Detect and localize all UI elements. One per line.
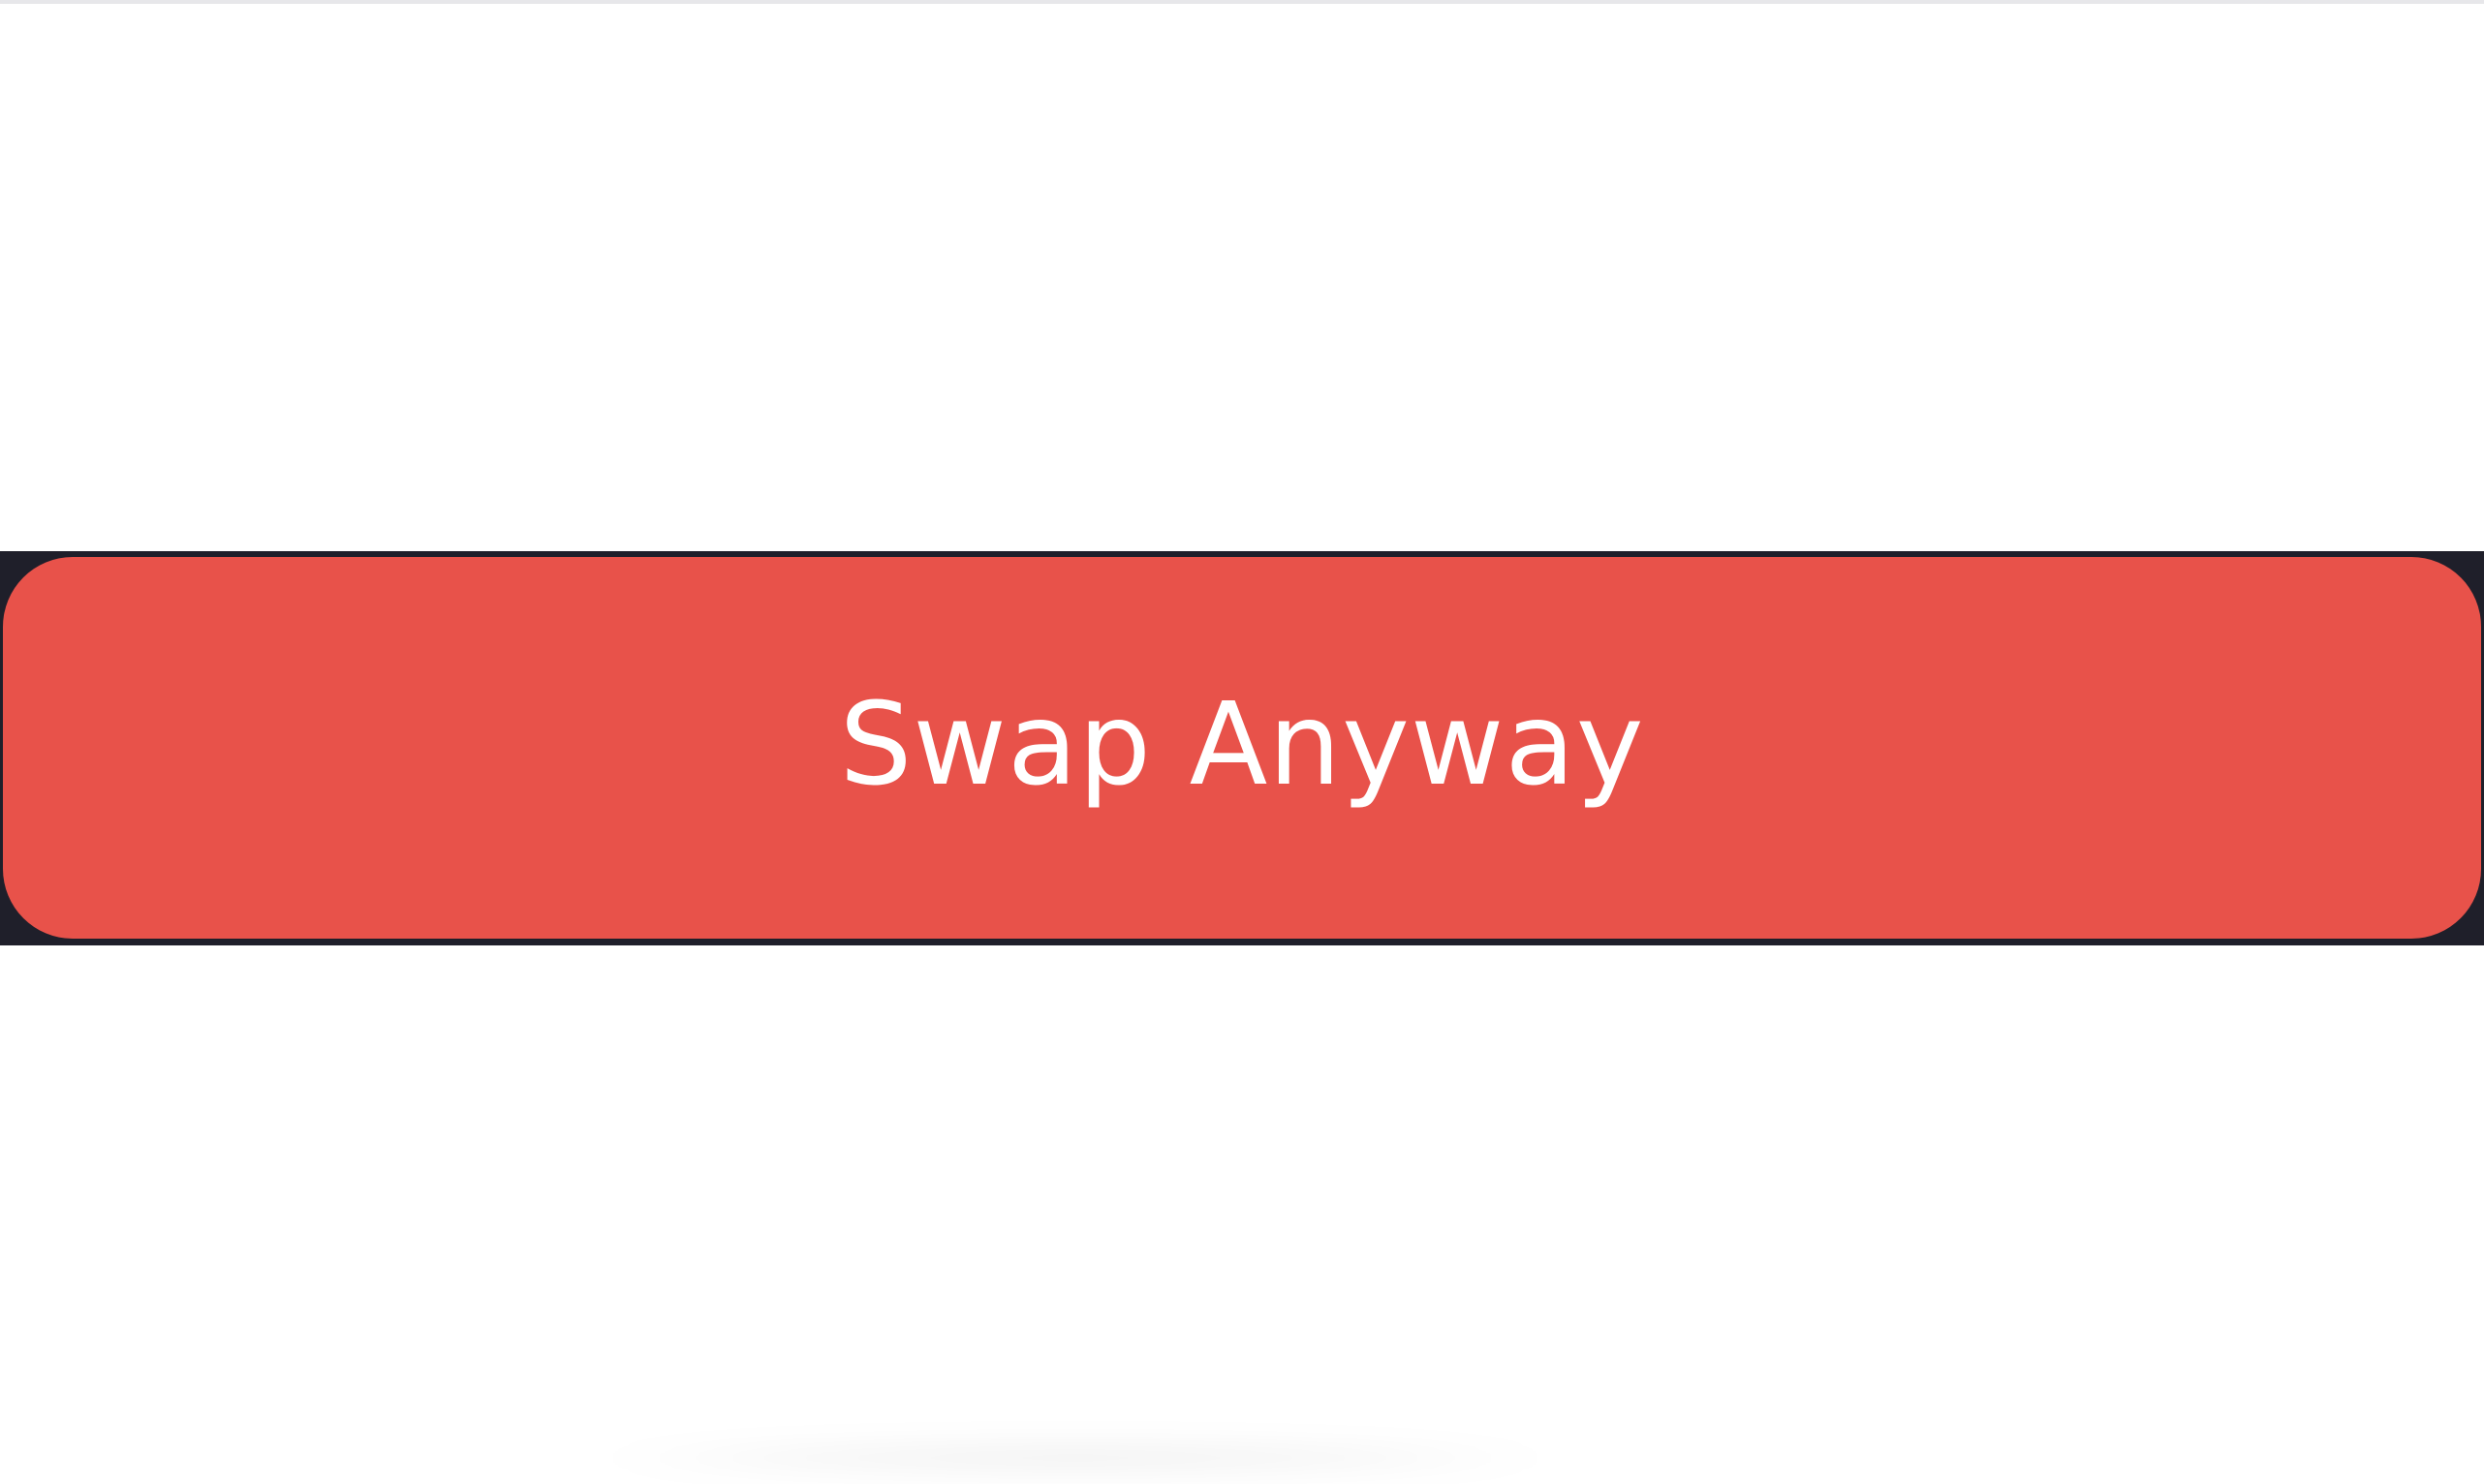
screen: Swap Anyway [0,0,2484,1484]
home-indicator-shadow [586,1439,1565,1476]
swap-anyway-label: Swap Anyway [839,677,1645,811]
top-divider [0,0,2484,4]
swap-anyway-button[interactable]: Swap Anyway [3,557,2481,939]
